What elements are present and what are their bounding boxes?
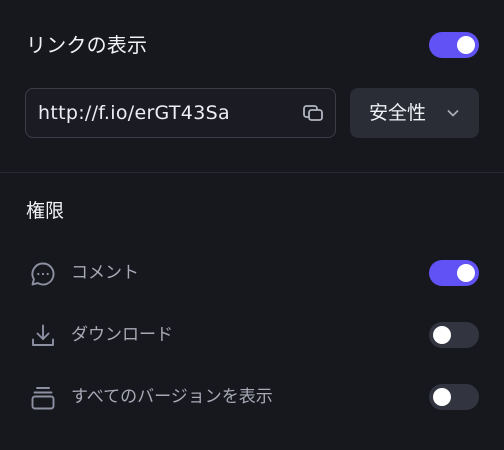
comment-toggle[interactable]: [429, 260, 479, 286]
toggle-knob: [457, 264, 475, 282]
permission-label-versions: すべてのバージョンを表示: [71, 387, 273, 407]
toggle-knob: [433, 326, 451, 344]
permission-row-download: ダウンロード: [0, 313, 504, 357]
link-sharing-panel: リンクの表示 http://f.io/erGT43Sa 安全性 権限 コメント …: [0, 0, 504, 450]
versions-toggle[interactable]: [429, 384, 479, 410]
comment-icon: [29, 260, 57, 288]
permission-row-comment: コメント: [0, 251, 504, 295]
security-label: 安全性: [369, 102, 427, 124]
chevron-down-icon: [444, 104, 462, 122]
link-display-title: リンクの表示: [26, 33, 148, 57]
download-toggle[interactable]: [429, 322, 479, 348]
versions-icon: [29, 384, 57, 412]
link-display-section: リンクの表示 http://f.io/erGT43Sa 安全性: [0, 0, 504, 172]
permission-row-versions: すべてのバージョンを表示: [0, 375, 504, 419]
security-dropdown[interactable]: 安全性: [350, 88, 479, 138]
permissions-heading: 権限: [26, 200, 65, 222]
permission-label-comment: コメント: [71, 263, 139, 283]
download-icon: [29, 322, 57, 350]
link-url-text[interactable]: http://f.io/erGT43Sa: [38, 101, 230, 125]
toggle-knob: [433, 388, 451, 406]
link-display-toggle[interactable]: [429, 32, 479, 58]
copy-icon[interactable]: [301, 101, 325, 125]
link-url-field[interactable]: http://f.io/erGT43Sa: [25, 88, 336, 138]
section-divider: [0, 172, 504, 173]
toggle-knob: [457, 36, 475, 54]
permission-label-download: ダウンロード: [71, 325, 173, 345]
